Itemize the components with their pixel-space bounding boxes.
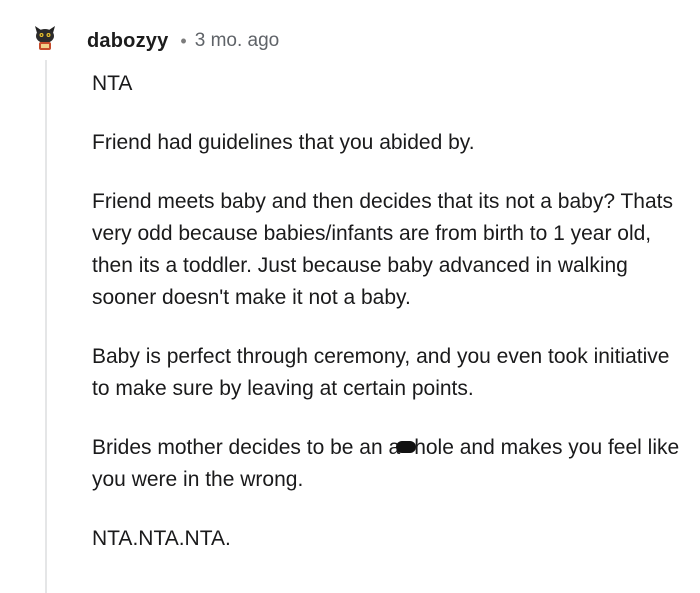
paragraph-2: Friend had guidelines that you abided by… xyxy=(92,131,475,154)
paragraph-6: NTA.NTA.NTA. xyxy=(92,527,231,550)
paragraph-5-start: Brides mother decides to be an a xyxy=(92,436,401,459)
paragraph-3: Friend meets baby and then decides that … xyxy=(92,190,673,309)
comment-body: NTA Friend had guidelines that you abide… xyxy=(92,68,682,582)
timestamp[interactable]: 3 mo. ago xyxy=(195,30,280,52)
meta-separator: • xyxy=(180,30,187,51)
paragraph-1: NTA xyxy=(92,72,133,95)
comment: dabozyy • 3 mo. ago NTA Friend had guide… xyxy=(0,0,700,593)
paragraph-5: Brides mother decides to be an a hole and… xyxy=(92,432,682,496)
paragraph-4: Baby is perfect through ceremony, and yo… xyxy=(92,345,670,400)
user-avatar-icon[interactable] xyxy=(33,24,57,52)
comment-header: dabozyy • 3 mo. ago xyxy=(87,28,279,54)
thread-line[interactable] xyxy=(45,60,47,593)
username-link[interactable]: dabozyy xyxy=(87,30,168,53)
